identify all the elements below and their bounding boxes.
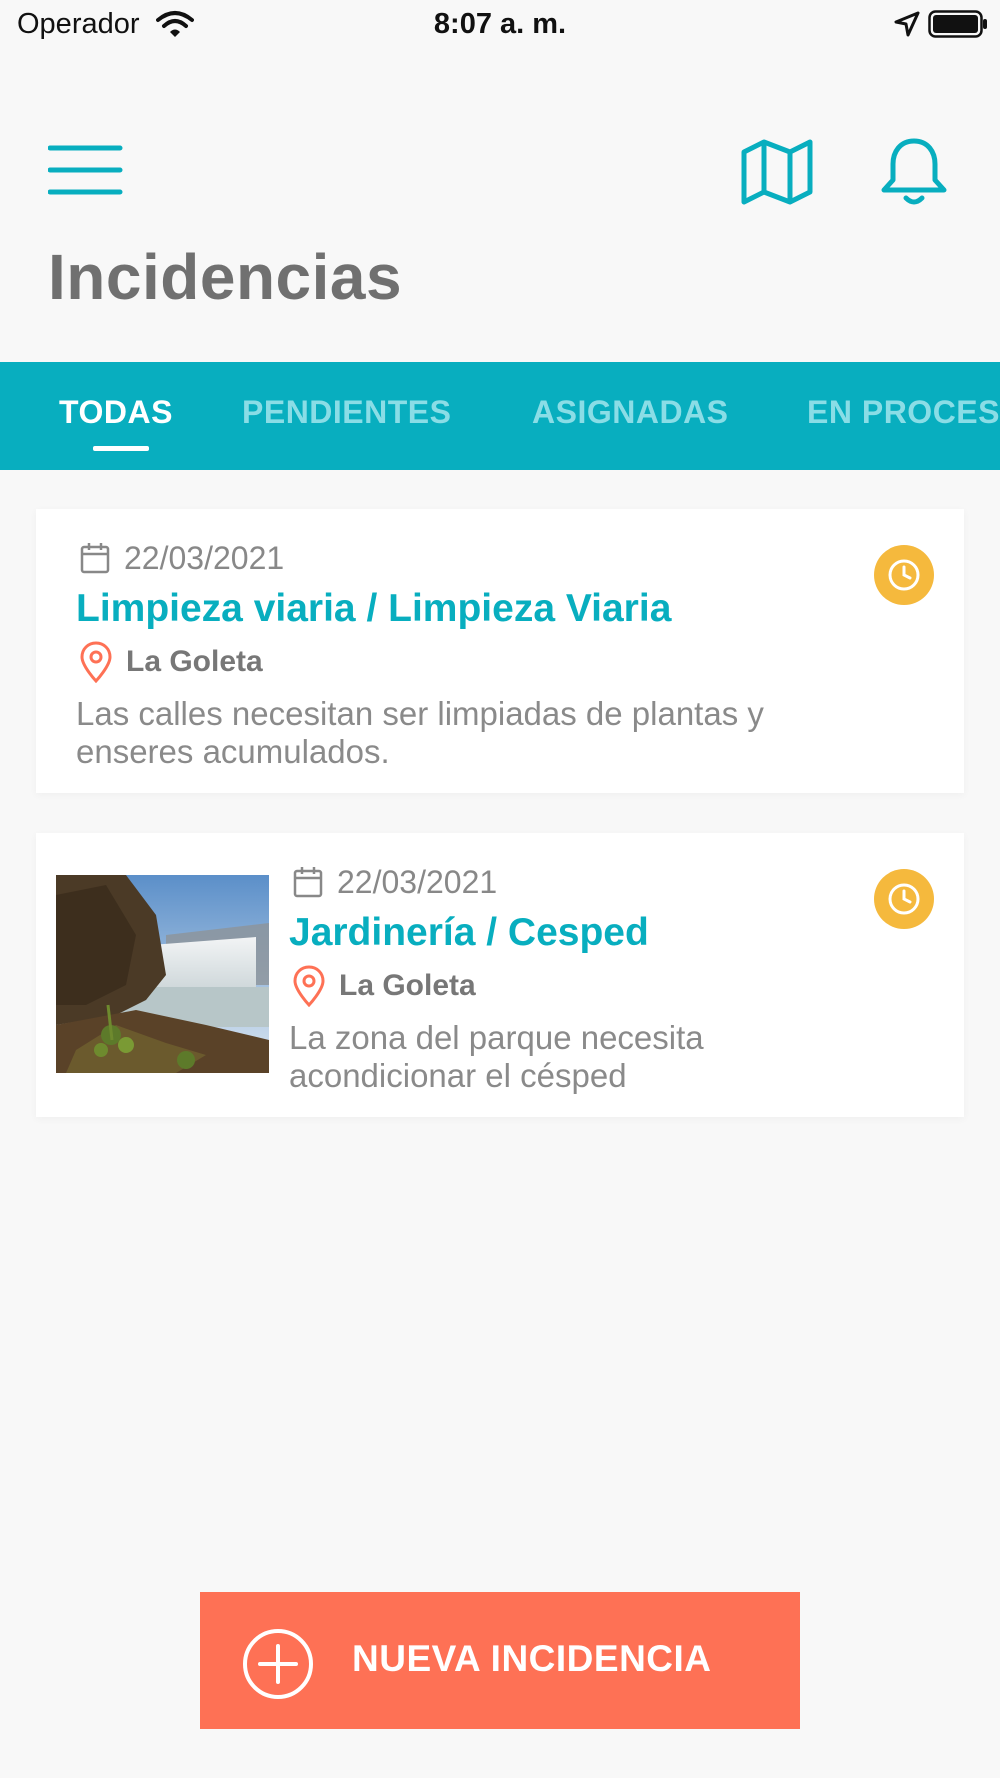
incident-title: Jardinería / Cesped — [289, 911, 649, 954]
menu-button[interactable] — [47, 143, 124, 199]
plus-circle-icon — [242, 1628, 314, 1705]
active-tab-indicator — [93, 446, 149, 451]
tab-en-proceso[interactable]: EN PROCESO — [807, 394, 1000, 431]
location-pin-icon — [80, 641, 112, 683]
date-row: 22/03/2021 — [289, 863, 889, 901]
incident-content: 22/03/2021 Limpieza viaria / Limpieza Vi… — [76, 539, 876, 771]
bell-icon — [881, 138, 947, 205]
calendar-icon — [80, 543, 110, 574]
clock-icon — [888, 559, 920, 591]
incident-location: La Goleta — [339, 969, 476, 1002]
notifications-button[interactable] — [880, 136, 948, 208]
status-time: 8:07 a. m. — [433, 8, 567, 40]
incident-card[interactable]: 22/03/2021 Jardinería / Cesped La Goleta… — [36, 833, 964, 1117]
incident-photo — [56, 875, 269, 1073]
location-row: La Goleta — [289, 963, 889, 1009]
incident-date: 22/03/2021 — [337, 863, 498, 900]
status-bar: Operador 8:07 a. m. — [0, 0, 1000, 52]
incident-card[interactable]: 22/03/2021 Limpieza viaria / Limpieza Vi… — [36, 509, 964, 793]
incident-date: 22/03/2021 — [124, 539, 285, 576]
incident-location: La Goleta — [126, 645, 263, 678]
clock-icon — [888, 883, 920, 915]
new-incident-label: NUEVA INCIDENCIA — [352, 1638, 712, 1679]
status-badge — [874, 869, 934, 929]
waterfall-image — [56, 875, 269, 1073]
location-pin-icon — [293, 965, 325, 1007]
incident-content: 22/03/2021 Jardinería / Cesped La Goleta… — [289, 863, 889, 1095]
date-row: 22/03/2021 — [76, 539, 876, 577]
map-icon — [741, 139, 813, 205]
battery-icon — [928, 10, 988, 43]
tab-bar: TODAS PENDIENTES ASIGNADAS EN PROCESO — [0, 362, 1000, 470]
tab-asignadas[interactable]: ASIGNADAS — [532, 394, 729, 431]
new-incident-button[interactable]: NUEVA INCIDENCIA — [200, 1592, 800, 1729]
page-title: Incidencias — [48, 241, 403, 313]
tab-pendientes[interactable]: PENDIENTES — [242, 394, 451, 431]
location-row: La Goleta — [76, 639, 876, 685]
map-button[interactable] — [740, 138, 814, 206]
incident-title: Limpieza viaria / Limpieza Viaria — [76, 587, 672, 630]
calendar-icon — [293, 867, 323, 898]
location-arrow-icon — [894, 11, 920, 42]
incident-description: La zona del parque necesita acondicionar… — [289, 1019, 704, 1094]
status-badge — [874, 545, 934, 605]
incident-description: Las calles necesitan ser limpiadas de pl… — [76, 695, 764, 770]
menu-icon — [47, 145, 123, 195]
tab-todas[interactable]: TODAS — [59, 394, 173, 431]
